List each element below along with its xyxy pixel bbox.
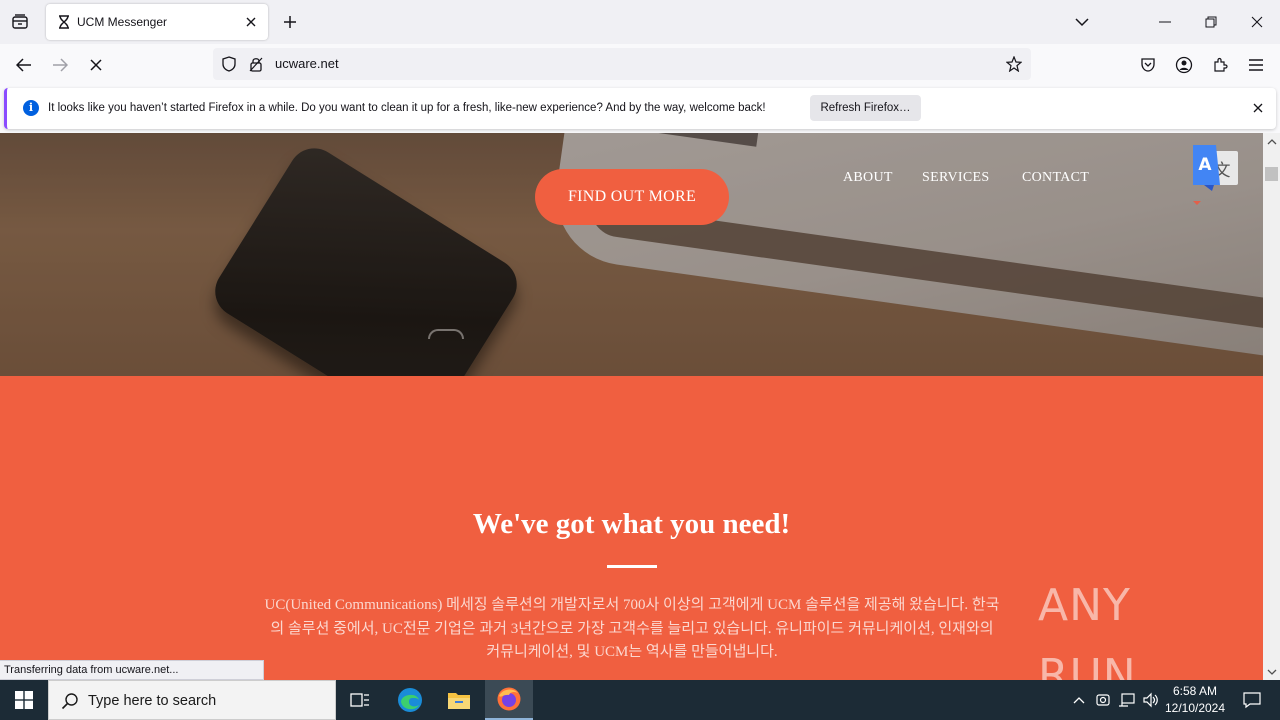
- scroll-down-icon[interactable]: [1263, 663, 1280, 680]
- close-window-icon[interactable]: [1234, 0, 1280, 44]
- account-icon[interactable]: [1171, 52, 1197, 78]
- minimize-icon[interactable]: [1142, 0, 1188, 44]
- windows-start-icon[interactable]: [0, 680, 48, 720]
- pocket-icon[interactable]: [1135, 52, 1161, 78]
- taskbar-clock[interactable]: 6:58 AM 12/10/2024: [1160, 683, 1230, 717]
- find-out-more-button[interactable]: FIND OUT MORE: [535, 169, 729, 225]
- section-title: We've got what you need!: [472, 508, 791, 540]
- action-center-icon[interactable]: [1232, 680, 1272, 720]
- firefox-taskbar-icon[interactable]: [485, 680, 533, 720]
- network-icon[interactable]: [1117, 690, 1137, 710]
- refresh-firefox-notification: i It looks like you haven’t started Fire…: [4, 88, 1276, 129]
- search-placeholder: Type here to search: [88, 693, 217, 709]
- chevron-up-icon[interactable]: [1069, 690, 1089, 710]
- close-tab-icon[interactable]: [241, 12, 261, 32]
- search-icon: [61, 693, 78, 710]
- close-notification-icon[interactable]: [1250, 100, 1266, 116]
- tab-title: UCM Messenger: [77, 15, 168, 29]
- tab-strip: UCM Messenger: [0, 0, 1280, 44]
- url-bar[interactable]: ucware.net: [213, 48, 1031, 80]
- tab-list-icon[interactable]: [8, 10, 32, 34]
- task-view-icon[interactable]: [336, 680, 384, 720]
- url-text: ucware.net: [275, 56, 339, 71]
- chevron-down-icon[interactable]: [1070, 10, 1094, 34]
- shield-icon[interactable]: [221, 56, 237, 72]
- forward-arrow-icon[interactable]: [47, 52, 73, 78]
- notification-message: It looks like you haven’t started Firefo…: [48, 102, 766, 114]
- refresh-firefox-button[interactable]: Refresh Firefox…: [810, 95, 921, 121]
- volume-icon[interactable]: [1141, 690, 1161, 710]
- menu-icon[interactable]: [1243, 52, 1269, 78]
- section-body-text: UC(United Communications) 메세징 솔루션의 개발자로서…: [264, 597, 1000, 660]
- nav-link-services[interactable]: SERVICES: [922, 170, 989, 186]
- hero-header: FIND OUT MORE ABOUT SERVICES CONTACT 文 A: [0, 133, 1263, 376]
- taskbar-search-box[interactable]: Type here to search: [48, 680, 336, 720]
- windows-taskbar: Type here to search 6:58 AM 12/10/2024: [0, 680, 1280, 720]
- vertical-scrollbar[interactable]: [1263, 133, 1280, 680]
- scroll-up-icon[interactable]: [1263, 133, 1280, 150]
- navigation-toolbar: ucware.net: [0, 44, 1280, 86]
- nav-link-contact[interactable]: CONTACT: [1022, 170, 1089, 186]
- new-tab-icon[interactable]: [278, 10, 302, 34]
- back-arrow-icon[interactable]: [11, 52, 37, 78]
- info-icon: i: [23, 100, 39, 116]
- google-translate-icon[interactable]: 文 A: [1192, 145, 1240, 205]
- extensions-icon[interactable]: [1207, 52, 1233, 78]
- restore-icon[interactable]: [1188, 0, 1234, 44]
- clock-date: 12/10/2024: [1164, 701, 1226, 715]
- scroll-thumb[interactable]: [1265, 167, 1278, 181]
- meet-now-icon[interactable]: [1093, 690, 1113, 710]
- lock-icon[interactable]: [248, 56, 264, 72]
- svg-text:A: A: [1198, 155, 1212, 175]
- status-bar: Transferring data from ucware.net...: [0, 660, 264, 680]
- clock-time: 6:58 AM: [1172, 684, 1218, 698]
- stop-loading-icon[interactable]: [83, 52, 109, 78]
- section-divider: [607, 565, 657, 568]
- edge-browser-icon[interactable]: [386, 680, 434, 720]
- tab-ucm-messenger[interactable]: UCM Messenger: [46, 4, 268, 40]
- anyrun-watermark: ANY RUN: [1038, 580, 1238, 701]
- nav-link-about[interactable]: ABOUT: [843, 170, 893, 186]
- bookmark-star-icon[interactable]: [1006, 56, 1022, 72]
- file-explorer-icon[interactable]: [435, 680, 483, 720]
- hourglass-icon: [56, 14, 72, 30]
